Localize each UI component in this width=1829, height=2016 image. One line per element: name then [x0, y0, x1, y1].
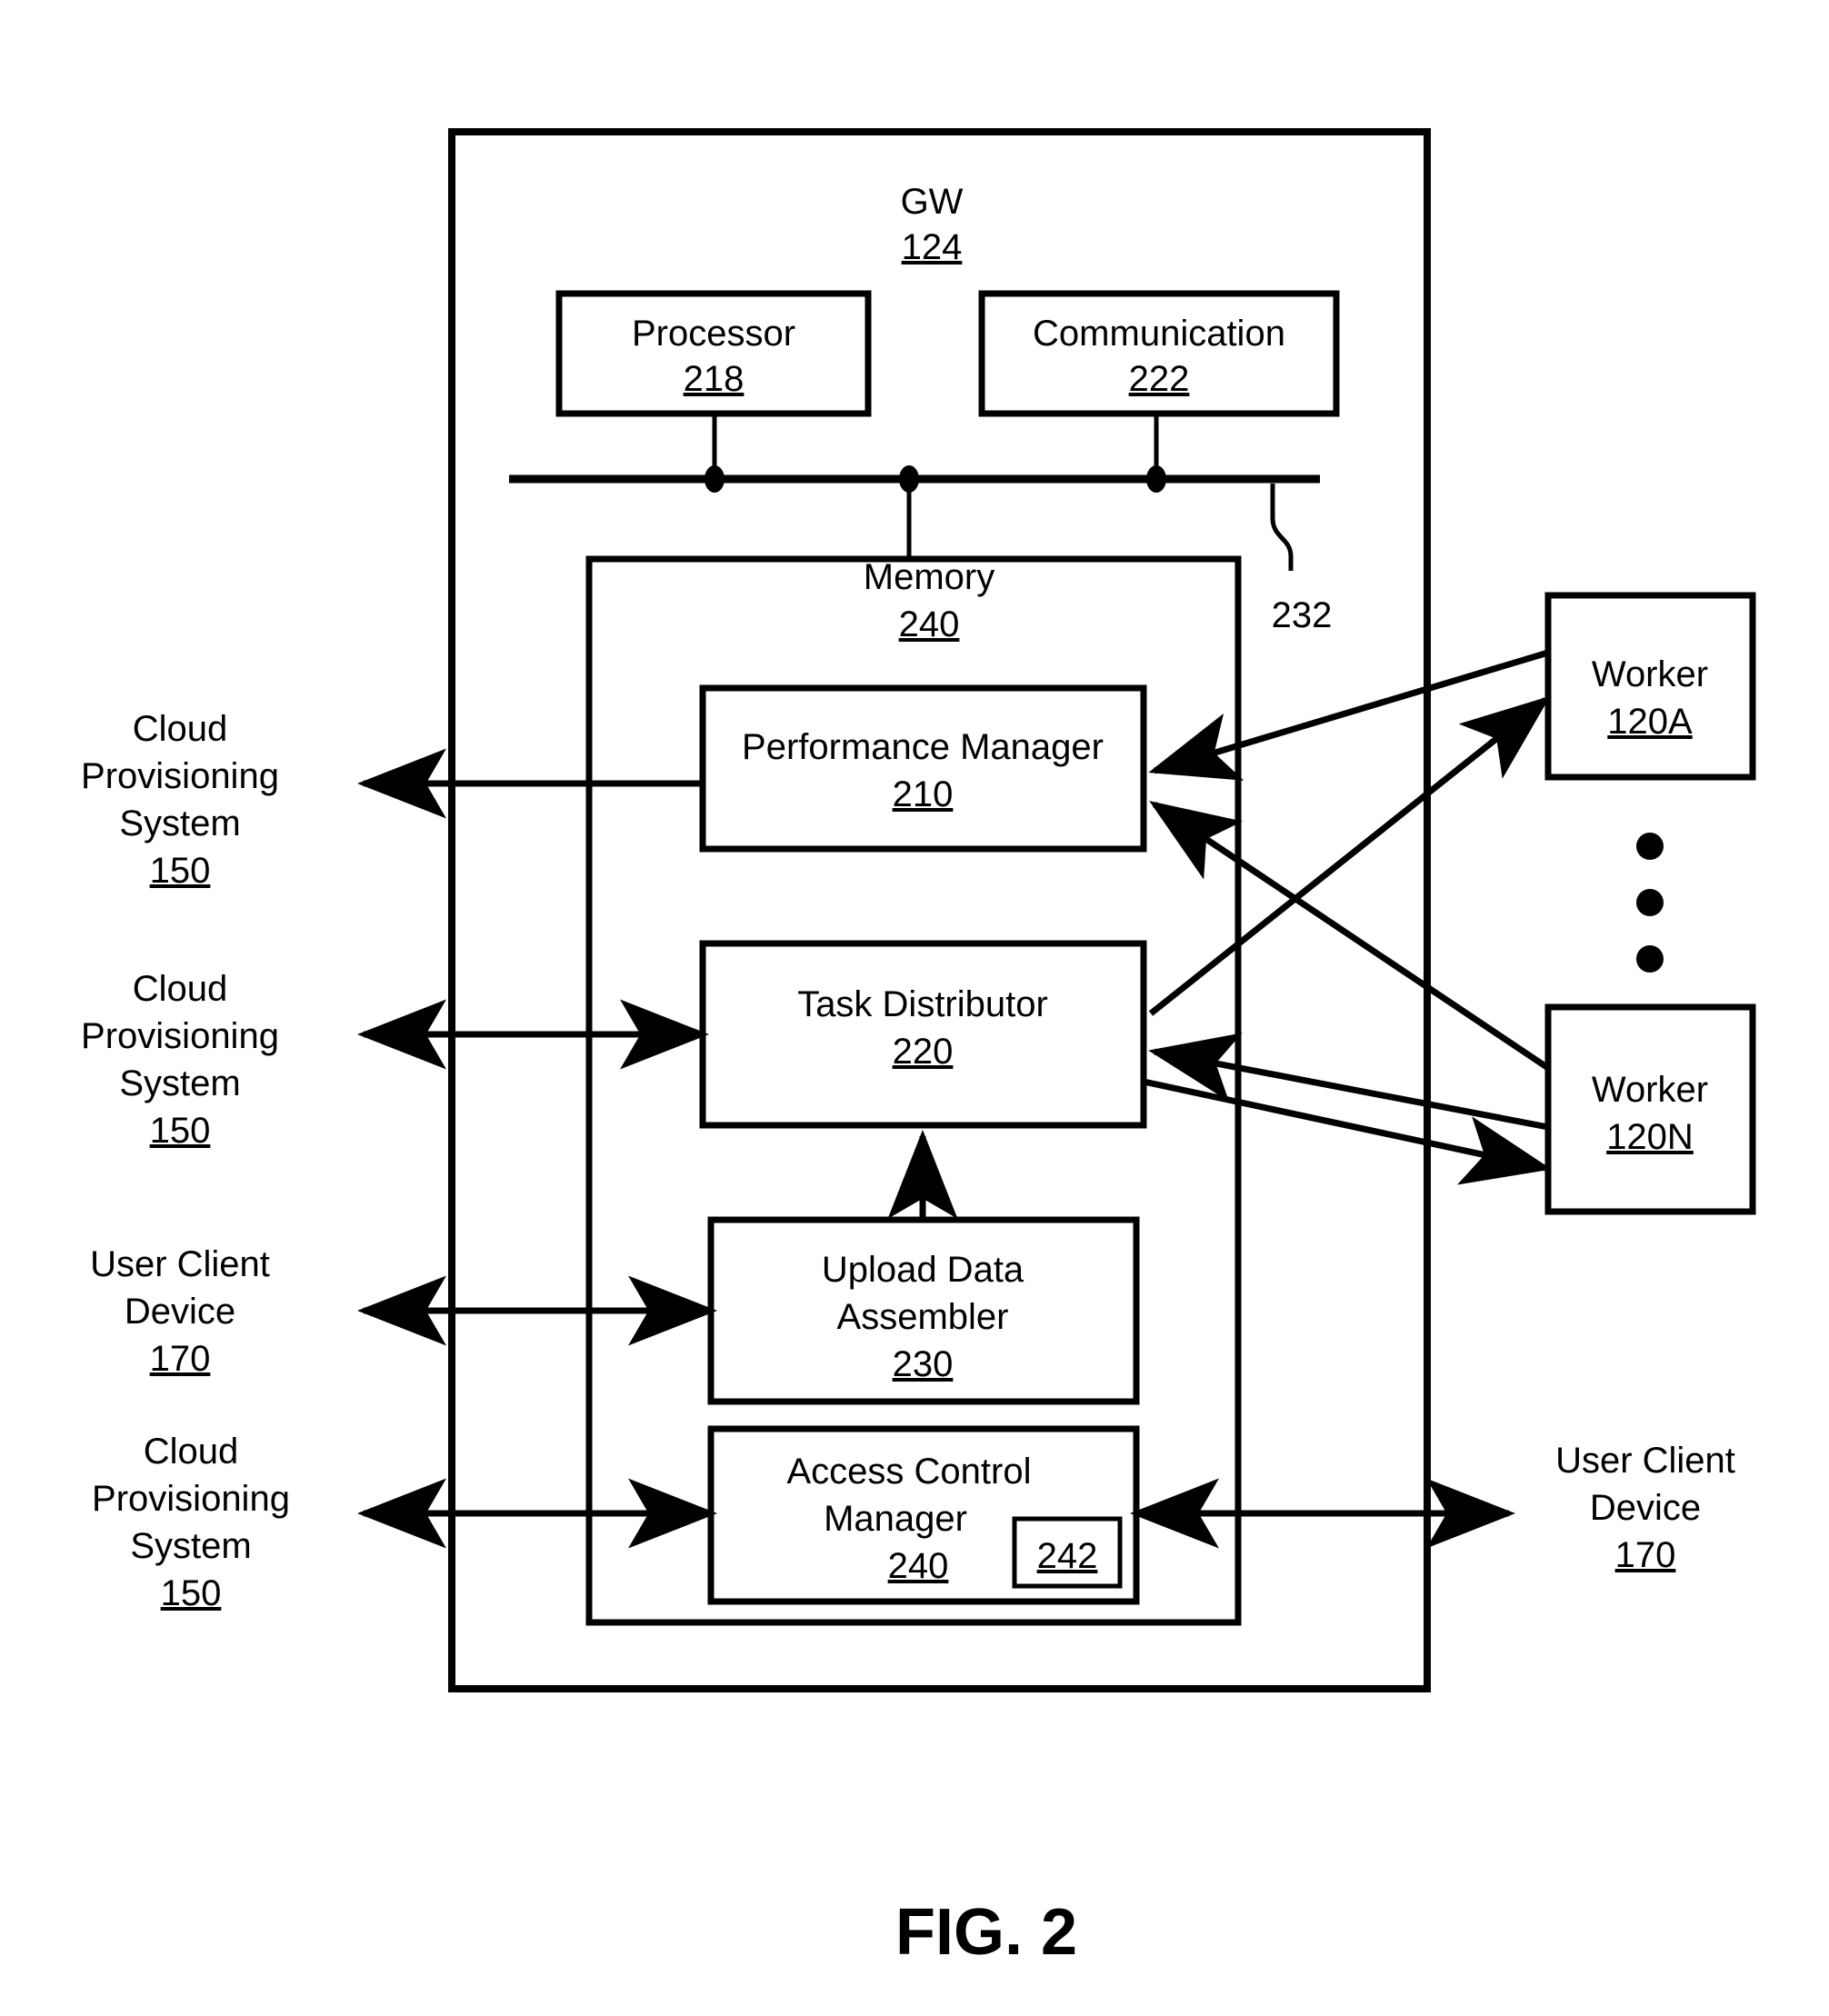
memory-ref: 240 [899, 604, 960, 644]
cloud-provisioning-system-1-line1: Cloud [133, 709, 228, 749]
cloud-provisioning-system-3-line3: System [130, 1526, 251, 1566]
upload-data-assembler-ref: 230 [893, 1344, 954, 1384]
figure-caption: FIG. 2 [895, 1896, 1077, 1969]
user-client-device-right-line2: Device [1590, 1488, 1701, 1528]
figure-2-diagram: GW 124 Processor 218 Communication 222 2… [0, 0, 1829, 2016]
cloud-provisioning-system-3-line2: Provisioning [92, 1479, 290, 1519]
user-client-device-right-line1: User Client [1555, 1441, 1735, 1481]
processor-title: Processor [632, 314, 795, 354]
performance-manager-box [699, 684, 1147, 853]
task-distributor-ref: 220 [893, 1032, 954, 1072]
bus-junction-communication [1146, 465, 1166, 493]
cloud-provisioning-system-1-line3: System [119, 803, 240, 843]
cloud-provisioning-system-2-line2: Provisioning [81, 1016, 279, 1056]
gw-ref: 124 [902, 227, 963, 267]
worker-a-ref: 120A [1607, 702, 1693, 742]
user-client-device-left-line1: User Client [90, 1244, 270, 1284]
access-control-manager-title-line1: Access Control [787, 1452, 1032, 1492]
bus-ref: 232 [1272, 595, 1333, 635]
cloud-provisioning-system-2-line1: Cloud [133, 969, 228, 1009]
memory-title: Memory [864, 557, 994, 597]
worker-a-title: Worker [1592, 654, 1708, 694]
performance-manager-title: Performance Manager [742, 727, 1104, 767]
performance-manager-ref: 210 [893, 774, 954, 814]
upload-data-assembler-title-line1: Upload Data [822, 1250, 1024, 1290]
processor-ref: 218 [684, 359, 745, 399]
cloud-provisioning-system-1-line2: Provisioning [81, 756, 279, 796]
communication-ref: 222 [1129, 359, 1190, 399]
cloud-provisioning-system-1-ref: 150 [150, 851, 211, 891]
cloud-provisioning-system-2-ref: 150 [150, 1111, 211, 1151]
task-distributor-title: Task Distributor [797, 984, 1048, 1024]
gw-title: GW [901, 182, 964, 222]
access-control-manager-title-line2: Manager [824, 1499, 967, 1539]
worker-ellipsis-dot-3 [1636, 945, 1664, 973]
cloud-provisioning-system-2-line3: System [119, 1063, 240, 1103]
bus-junction-processor [705, 465, 725, 493]
cloud-provisioning-system-3-ref: 150 [161, 1573, 222, 1613]
upload-data-assembler-title-line2: Assembler [837, 1297, 1009, 1337]
access-control-manager-ref: 240 [888, 1546, 949, 1586]
cloud-provisioning-system-3-line1: Cloud [144, 1432, 239, 1472]
user-client-device-right-ref: 170 [1615, 1535, 1676, 1575]
worker-n-title: Worker [1592, 1070, 1708, 1110]
user-client-device-left-ref: 170 [150, 1339, 211, 1379]
user-client-device-left-line2: Device [125, 1292, 235, 1332]
worker-ellipsis-dot-1 [1636, 833, 1664, 860]
access-control-inner-ref: 242 [1037, 1536, 1098, 1576]
communication-title: Communication [1033, 314, 1285, 354]
worker-ellipsis-dot-2 [1636, 889, 1664, 916]
worker-n-ref: 120N [1606, 1117, 1694, 1157]
